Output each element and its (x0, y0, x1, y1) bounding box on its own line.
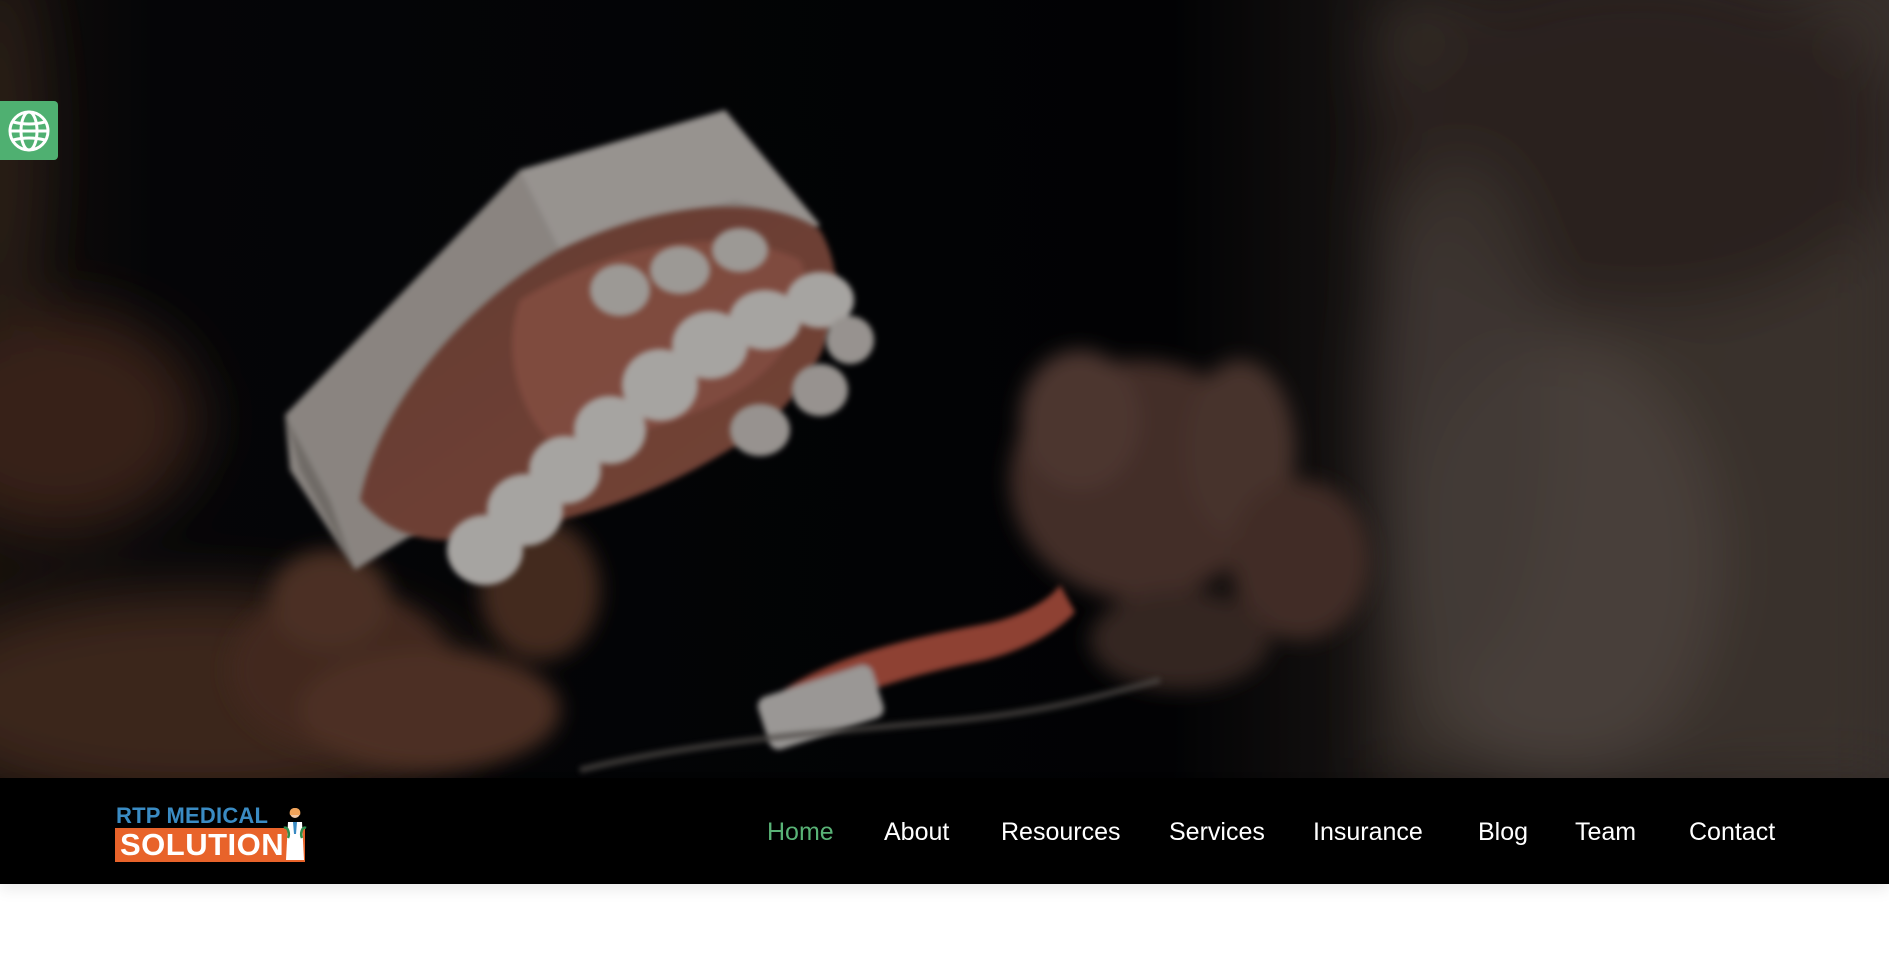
nav-item-home[interactable]: Home (767, 817, 834, 847)
translate-button[interactable] (0, 101, 58, 160)
main-nav: Home About Resources Services Insurance … (0, 778, 1889, 884)
nav-item-insurance[interactable]: Insurance (1313, 817, 1423, 847)
site-header: RTP MEDICAL SOLUTION Home About Resource… (0, 778, 1889, 884)
nav-item-about[interactable]: About (884, 817, 949, 847)
hero-image (0, 0, 1889, 778)
hero-photo (0, 0, 1889, 778)
nav-item-contact[interactable]: Contact (1689, 817, 1775, 847)
nav-item-blog[interactable]: Blog (1478, 817, 1528, 847)
page-content (0, 884, 1889, 960)
nav-item-resources[interactable]: Resources (1001, 817, 1121, 847)
page: RTP MEDICAL SOLUTION Home About Resource… (0, 0, 1889, 960)
nav-item-team[interactable]: Team (1575, 817, 1636, 847)
nav-item-services[interactable]: Services (1169, 817, 1265, 847)
globe-icon (8, 110, 50, 151)
